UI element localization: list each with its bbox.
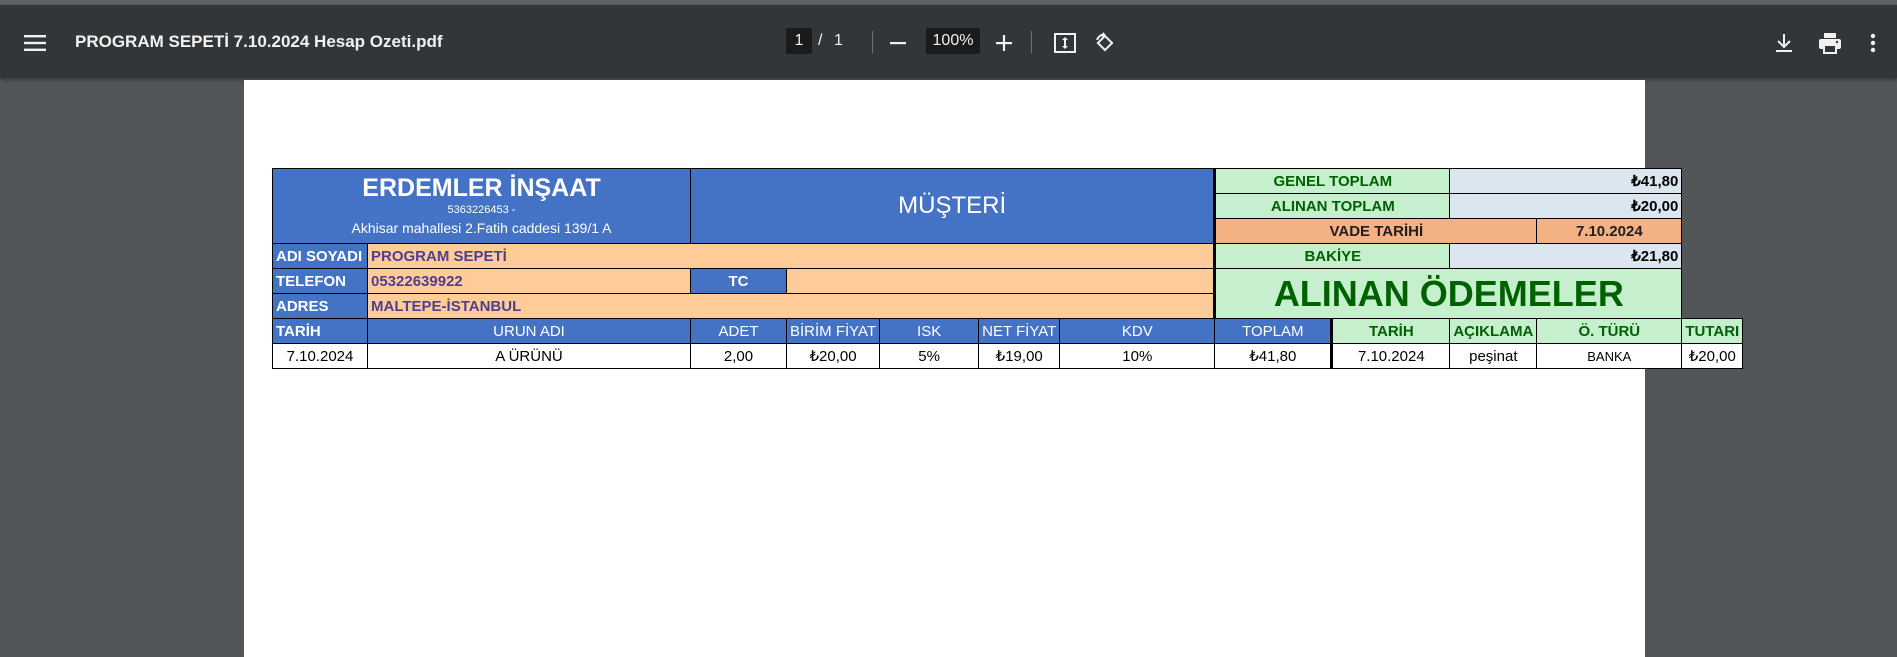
header-kdv: KDV <box>1059 318 1216 344</box>
adi-soyadi-label: ADI SOYADI <box>272 243 368 269</box>
download-button[interactable] <box>1767 27 1801 59</box>
pdf-toolbar: PROGRAM SEPETİ 7.10.2024 Hesap Ozeti.pdf… <box>0 5 1897 78</box>
tc-label: TC <box>690 268 787 294</box>
telefon-label: TELEFON <box>272 268 368 294</box>
payment-tarih: 7.10.2024 <box>1331 343 1451 369</box>
table-row: 7.10.2024 A ÜRÜNÜ 2,00 ₺20,00 5% ₺19,00 … <box>272 343 1744 369</box>
musteri-title: MÜŞTERİ <box>689 168 1217 244</box>
zoom-out-button[interactable] <box>880 27 916 59</box>
item-tarih: 7.10.2024 <box>272 343 368 369</box>
bakiye-value: ₺21,80 <box>1449 243 1683 269</box>
payment-aciklama: peşinat <box>1449 343 1538 369</box>
vade-tarihi-value: 7.10.2024 <box>1536 218 1683 244</box>
menu-button[interactable] <box>18 27 52 59</box>
header-isk: ISK <box>879 318 980 344</box>
payment-header-tarih: TARİH <box>1331 318 1451 344</box>
toolbar-divider <box>872 31 873 53</box>
payment-header-aciklama: AÇIKLAMA <box>1449 318 1538 344</box>
rotate-icon <box>1096 32 1114 52</box>
company-address: Akhisar mahallesi 2.Fatih caddesi 139/1 … <box>351 220 612 236</box>
company-name: ERDEMLER İNŞAAT <box>362 174 601 202</box>
zoom-out-icon <box>890 42 906 45</box>
fit-to-page-button[interactable] <box>1048 27 1082 59</box>
adi-soyadi-value: PROGRAM SEPETİ <box>366 243 1217 269</box>
header-net-fiyat: NET FİYAT <box>978 318 1061 344</box>
alinan-toplam-value: ₺20,00 <box>1449 193 1683 219</box>
page-separator: / <box>818 32 823 49</box>
genel-toplam-label: GENEL TOPLAM <box>1214 168 1451 194</box>
tc-value <box>785 268 1217 294</box>
adres-label: ADRES <box>272 293 368 319</box>
alinan-odemeler-title: ALINAN ÖDEMELER <box>1214 268 1683 319</box>
print-icon <box>1819 33 1841 54</box>
alinan-toplam-label: ALINAN TOPLAM <box>1214 193 1451 219</box>
vade-tarihi-label: VADE TARİHİ <box>1214 218 1538 244</box>
telefon-value: 05322639922 <box>367 268 691 294</box>
payment-odeme-turu: BANKA <box>1536 343 1683 369</box>
fit-page-icon <box>1054 33 1076 53</box>
header-toplam: TOPLAM <box>1214 318 1334 344</box>
adres-value: MALTEPE-İSTANBUL <box>366 293 1217 319</box>
payment-header-tutari: TUTARI <box>1681 318 1744 344</box>
more-icon <box>1870 33 1876 53</box>
item-toplam: ₺41,80 <box>1214 343 1334 369</box>
header-urun-adi: URUN ADI <box>367 318 691 344</box>
payment-header-odeme-turu: Ö. TÜRÜ <box>1536 318 1683 344</box>
download-icon <box>1776 34 1792 52</box>
print-button[interactable] <box>1812 27 1848 59</box>
zoom-in-button[interactable] <box>986 27 1022 59</box>
menu-icon <box>24 35 46 51</box>
bakiye-label: BAKİYE <box>1214 243 1451 269</box>
item-isk: 5% <box>879 343 980 369</box>
item-birim-fiyat: ₺20,00 <box>785 343 881 369</box>
company-header: ERDEMLER İNŞAAT 5363226453 - Akhisar mah… <box>272 168 691 244</box>
toolbar-divider <box>1031 31 1032 53</box>
header-adet: ADET <box>690 318 787 344</box>
item-net-fiyat: ₺19,00 <box>978 343 1061 369</box>
item-kdv: 10% <box>1059 343 1216 369</box>
page-total: 1 <box>834 32 843 49</box>
rotate-button[interactable] <box>1088 27 1122 59</box>
account-summary-sheet: ERDEMLER İNŞAAT 5363226453 - Akhisar mah… <box>272 168 1744 369</box>
zoom-in-icon <box>996 35 1012 51</box>
zoom-level-input[interactable]: 100% <box>926 28 980 54</box>
genel-toplam-value: ₺41,80 <box>1449 168 1683 194</box>
more-options-button[interactable] <box>1860 27 1886 59</box>
payment-tutari: ₺20,00 <box>1681 343 1744 369</box>
item-urun-adi: A ÜRÜNÜ <box>367 343 691 369</box>
item-adet: 2,00 <box>690 343 787 369</box>
header-tarih: TARİH <box>272 318 368 344</box>
document-title: PROGRAM SEPETİ 7.10.2024 Hesap Ozeti.pdf <box>75 32 443 51</box>
page-number-input[interactable]: 1 <box>786 28 812 54</box>
header-birim-fiyat: BİRİM FİYAT <box>785 318 881 344</box>
company-phone: 5363226453 - <box>447 204 516 216</box>
